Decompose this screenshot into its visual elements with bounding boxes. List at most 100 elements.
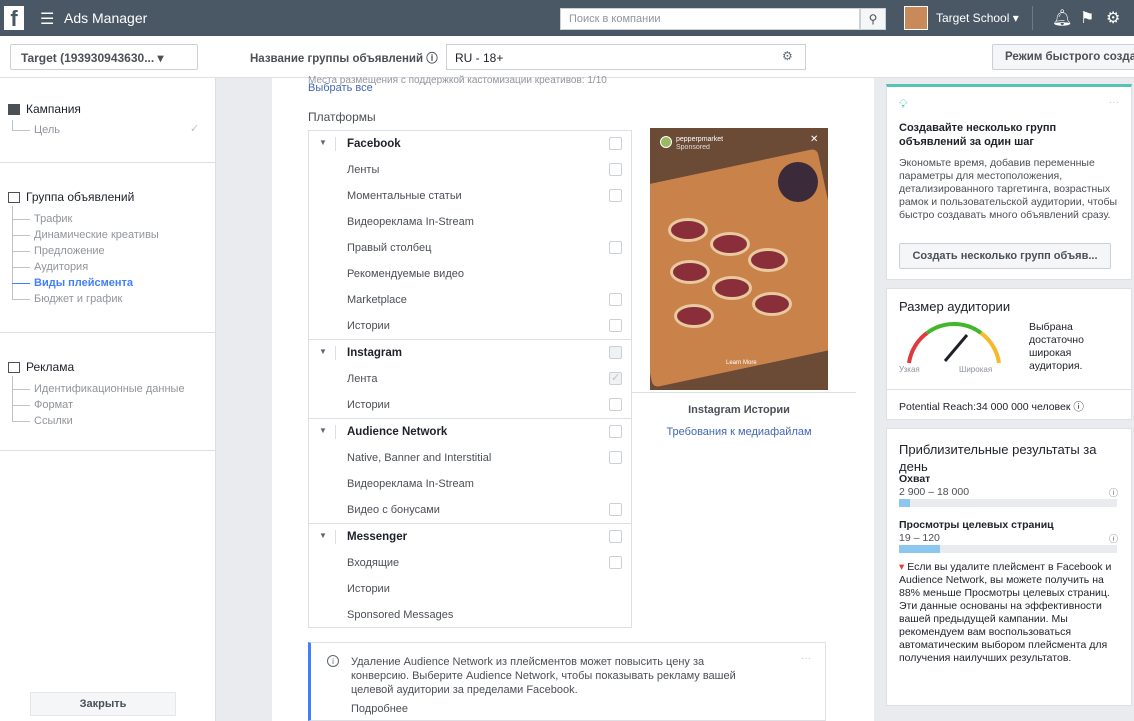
checkbox[interactable] [609, 530, 622, 543]
checkbox[interactable] [609, 371, 622, 385]
placement-row[interactable]: Входящие [309, 550, 631, 576]
adset-name-gear-icon[interactable]: ⚙ [782, 49, 793, 63]
tip-body: Экономьте время, добавив переменные пара… [899, 157, 1118, 221]
platform-group-facebook[interactable]: ▼ Facebook [309, 131, 631, 157]
search-button[interactable]: ⚲ [860, 8, 886, 30]
nav-item-placements[interactable]: Виды плейсмента [34, 277, 133, 289]
caret-down-icon[interactable]: ▼ [319, 426, 327, 435]
nav-item-traffic[interactable]: Трафик [34, 213, 72, 225]
app-name[interactable]: Ads Manager [64, 10, 147, 26]
sidebar: Кампания Цель ✓ Группа объявлений Трафик… [0, 78, 216, 721]
platform-group-messenger[interactable]: ▼ Messenger [309, 524, 631, 550]
nav-item-identity[interactable]: Идентификационные данные [34, 383, 185, 395]
search-input[interactable]: Поиск в компании [560, 8, 860, 30]
preview-sponsored: Sponsored [676, 144, 710, 151]
platform-group-label: Audience Network [347, 426, 448, 438]
reach-bar-fill [899, 499, 910, 507]
multiple-adsets-tip-card: 💡︎ ··· Создавайте несколько групп объявл… [886, 84, 1132, 280]
preview-account-name: pepperpmarket [676, 136, 724, 143]
select-all-link[interactable]: Выбрать все [308, 82, 373, 94]
settings-gear-icon[interactable]: ⚙ [1106, 8, 1120, 28]
nav-item-dynamic-creative[interactable]: Динамические креативы [34, 229, 159, 241]
checkbox[interactable] [609, 503, 622, 516]
platform-group-instagram[interactable]: ▼ Instagram [309, 340, 631, 366]
nav-item-links[interactable]: Ссылки [34, 415, 73, 427]
checkbox[interactable] [609, 163, 622, 176]
nav-campaign-label: Кампания [26, 102, 81, 116]
nav-item-budget-schedule[interactable]: Бюджет и график [34, 293, 122, 305]
create-multiple-adsets-button[interactable]: Создать несколько групп объяв... [899, 243, 1111, 269]
placement-row[interactable]: Ленты [309, 157, 631, 183]
quick-creation-mode-button[interactable]: Режим быстрого созда [992, 44, 1134, 70]
gauge-ok-segment [925, 322, 983, 335]
account-menu[interactable]: Target School ▾ [936, 11, 1019, 25]
checkbox[interactable] [609, 346, 622, 359]
checkbox[interactable] [609, 398, 622, 411]
landing-views-bar [899, 545, 1117, 553]
placement-row[interactable]: Истории [309, 392, 631, 418]
placement-row[interactable]: Моментальные статьи [309, 183, 631, 209]
caret-down-icon[interactable]: ▼ [319, 531, 327, 540]
nav-item-audience[interactable]: Аудитория [34, 261, 88, 273]
facebook-logo[interactable]: f [4, 6, 24, 31]
placement-row[interactable]: Sponsored Messages [309, 602, 631, 628]
more-options-icon[interactable]: ··· [1109, 97, 1119, 108]
placement-label: Истории [347, 320, 390, 332]
nav-campaign[interactable]: Кампания [8, 102, 81, 116]
fig-slice [668, 218, 708, 242]
gauge-wide-label: Широкая [959, 365, 993, 374]
notifications-bell-icon[interactable]: 🔔︎ [1052, 8, 1072, 28]
checkbox[interactable] [609, 241, 622, 254]
placement-row[interactable]: Видеореклама In-Stream [309, 471, 631, 497]
placement-row[interactable]: Marketplace [309, 287, 631, 313]
adset-name-input[interactable]: RU - 18+ [446, 44, 806, 70]
preview-avatar [660, 136, 672, 148]
flag-icon[interactable]: ⚑ [1080, 8, 1094, 28]
nav-ad[interactable]: Реклама [8, 360, 74, 374]
placement-row[interactable]: Видеореклама In-Stream [309, 209, 631, 235]
placement-label: Истории [347, 583, 390, 595]
avatar[interactable] [904, 6, 928, 30]
checkbox[interactable] [609, 319, 622, 332]
placement-row[interactable]: Истории [309, 313, 631, 339]
caret-down-icon[interactable]: ▼ [319, 347, 327, 356]
checkbox[interactable] [609, 425, 622, 438]
placement-warning: ▾ Если вы удалите плейсмент в Facebook и… [899, 561, 1127, 665]
fig-slice [748, 248, 788, 272]
checkbox[interactable] [609, 189, 622, 202]
nav-adset[interactable]: Группа объявлений [8, 190, 134, 204]
placement-row[interactable]: Рекомендуемые видео [309, 261, 631, 287]
checkbox[interactable] [609, 293, 622, 306]
placement-label: Моментальные статьи [347, 190, 462, 202]
placement-row[interactable]: Native, Banner and Interstitial [309, 445, 631, 471]
nav-item-objective[interactable]: Цель [34, 124, 60, 136]
learn-more-link[interactable]: Подробнее [351, 703, 408, 715]
top-bar: f ☰ Ads Manager Поиск в компании ⚲ Targe… [0, 0, 1134, 36]
placement-label: Рекомендуемые видео [347, 268, 464, 280]
caret-down-icon[interactable]: ▼ [319, 138, 327, 147]
ad-account-select[interactable]: Target (193930943630... ▾ [10, 44, 198, 70]
placement-row[interactable]: Лента [309, 366, 631, 392]
placement-row[interactable]: Правый столбец [309, 235, 631, 261]
checkbox[interactable] [609, 556, 622, 569]
checkbox[interactable] [609, 137, 622, 150]
checkbox[interactable] [609, 451, 622, 464]
platform-group-audience-network[interactable]: ▼ Audience Network [309, 419, 631, 445]
close-button[interactable]: Закрыть [30, 692, 176, 716]
placement-label: Видеореклама In-Stream [347, 216, 474, 228]
info-icon[interactable]: ⓘ [1109, 532, 1118, 545]
divider [1032, 6, 1033, 30]
placement-row[interactable]: Истории [309, 576, 631, 602]
nav-item-format[interactable]: Формат [34, 399, 73, 411]
menu-icon[interactable]: ☰ [40, 9, 54, 29]
gauge-wide-segment [979, 331, 1001, 364]
info-icon[interactable]: ⓘ [1109, 486, 1118, 499]
nav-item-offer[interactable]: Предложение [34, 245, 105, 257]
reach-bar [899, 499, 1117, 507]
media-requirements-link[interactable]: Требования к медиафайлам [650, 426, 828, 438]
more-options-icon[interactable]: ··· [801, 653, 811, 664]
placement-row[interactable]: Видео с бонусами [309, 497, 631, 523]
platform-group-label: Instagram [347, 347, 402, 359]
gauge-narrow-label: Узкая [899, 365, 920, 374]
info-icon[interactable]: ⓘ [1073, 401, 1084, 413]
